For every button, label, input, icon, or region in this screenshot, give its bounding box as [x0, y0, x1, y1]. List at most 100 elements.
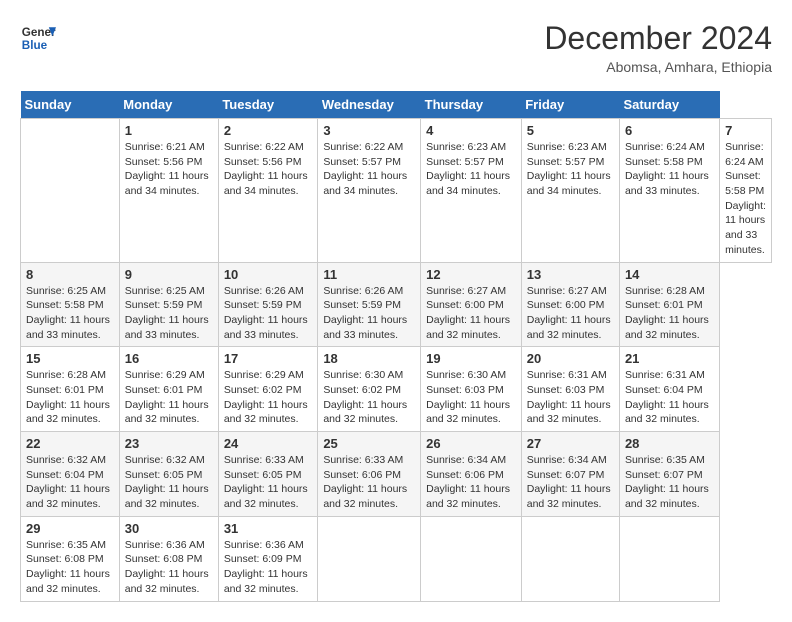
- logo-icon: General Blue: [20, 20, 56, 56]
- day-number: 14: [625, 267, 714, 282]
- day-number: 28: [625, 436, 714, 451]
- day-detail: Sunrise: 6:34 AMSunset: 6:06 PMDaylight:…: [426, 453, 516, 512]
- calendar-day-cell: 11 Sunrise: 6:26 AMSunset: 5:59 PMDaylig…: [318, 262, 421, 347]
- day-number: 25: [323, 436, 415, 451]
- day-number: 29: [26, 521, 114, 536]
- day-detail: Sunrise: 6:27 AMSunset: 6:00 PMDaylight:…: [426, 284, 516, 343]
- day-detail: Sunrise: 6:22 AMSunset: 5:56 PMDaylight:…: [224, 140, 313, 199]
- weekday-header: Monday: [119, 91, 218, 119]
- day-detail: Sunrise: 6:24 AMSunset: 5:58 PMDaylight:…: [725, 140, 766, 258]
- calendar-day-cell: [318, 516, 421, 601]
- day-number: 21: [625, 351, 714, 366]
- day-number: 24: [224, 436, 313, 451]
- calendar-day-cell: 29 Sunrise: 6:35 AMSunset: 6:08 PMDaylig…: [21, 516, 120, 601]
- day-number: 23: [125, 436, 213, 451]
- weekday-header-row: SundayMondayTuesdayWednesdayThursdayFrid…: [21, 91, 772, 119]
- day-number: 8: [26, 267, 114, 282]
- day-detail: Sunrise: 6:32 AMSunset: 6:04 PMDaylight:…: [26, 453, 114, 512]
- day-number: 1: [125, 123, 213, 138]
- calendar-day-cell: [521, 516, 619, 601]
- calendar-day-cell: 1 Sunrise: 6:21 AMSunset: 5:56 PMDayligh…: [119, 119, 218, 263]
- day-detail: Sunrise: 6:25 AMSunset: 5:59 PMDaylight:…: [125, 284, 213, 343]
- location: Abomsa, Amhara, Ethiopia: [544, 59, 772, 75]
- day-detail: Sunrise: 6:29 AMSunset: 6:02 PMDaylight:…: [224, 368, 313, 427]
- day-detail: Sunrise: 6:30 AMSunset: 6:02 PMDaylight:…: [323, 368, 415, 427]
- calendar-day-cell: 2 Sunrise: 6:22 AMSunset: 5:56 PMDayligh…: [218, 119, 318, 263]
- calendar-day-cell: 25 Sunrise: 6:33 AMSunset: 6:06 PMDaylig…: [318, 432, 421, 517]
- day-detail: Sunrise: 6:25 AMSunset: 5:58 PMDaylight:…: [26, 284, 114, 343]
- weekday-header: Friday: [521, 91, 619, 119]
- calendar-day-cell: 8 Sunrise: 6:25 AMSunset: 5:58 PMDayligh…: [21, 262, 120, 347]
- day-detail: Sunrise: 6:27 AMSunset: 6:00 PMDaylight:…: [527, 284, 614, 343]
- day-detail: Sunrise: 6:35 AMSunset: 6:08 PMDaylight:…: [26, 538, 114, 597]
- day-detail: Sunrise: 6:24 AMSunset: 5:58 PMDaylight:…: [625, 140, 714, 199]
- day-detail: Sunrise: 6:28 AMSunset: 6:01 PMDaylight:…: [625, 284, 714, 343]
- day-number: 2: [224, 123, 313, 138]
- calendar-day-cell: 17 Sunrise: 6:29 AMSunset: 6:02 PMDaylig…: [218, 347, 318, 432]
- svg-text:Blue: Blue: [22, 39, 48, 52]
- day-detail: Sunrise: 6:30 AMSunset: 6:03 PMDaylight:…: [426, 368, 516, 427]
- day-detail: Sunrise: 6:31 AMSunset: 6:03 PMDaylight:…: [527, 368, 614, 427]
- day-detail: Sunrise: 6:26 AMSunset: 5:59 PMDaylight:…: [224, 284, 313, 343]
- calendar-day-cell: 9 Sunrise: 6:25 AMSunset: 5:59 PMDayligh…: [119, 262, 218, 347]
- calendar-week-row: 29 Sunrise: 6:35 AMSunset: 6:08 PMDaylig…: [21, 516, 772, 601]
- day-detail: Sunrise: 6:35 AMSunset: 6:07 PMDaylight:…: [625, 453, 714, 512]
- weekday-header: Tuesday: [218, 91, 318, 119]
- day-number: 11: [323, 267, 415, 282]
- calendar-day-cell: 12 Sunrise: 6:27 AMSunset: 6:00 PMDaylig…: [421, 262, 522, 347]
- calendar-day-cell: [619, 516, 719, 601]
- calendar-day-cell: 4 Sunrise: 6:23 AMSunset: 5:57 PMDayligh…: [421, 119, 522, 263]
- weekday-header: Wednesday: [318, 91, 421, 119]
- page-header: General Blue December 2024 Abomsa, Amhar…: [20, 20, 772, 75]
- day-number: 12: [426, 267, 516, 282]
- day-detail: Sunrise: 6:22 AMSunset: 5:57 PMDaylight:…: [323, 140, 415, 199]
- day-number: 15: [26, 351, 114, 366]
- calendar-day-cell: 7 Sunrise: 6:24 AMSunset: 5:58 PMDayligh…: [720, 119, 772, 263]
- day-detail: Sunrise: 6:33 AMSunset: 6:06 PMDaylight:…: [323, 453, 415, 512]
- calendar-week-row: 15 Sunrise: 6:28 AMSunset: 6:01 PMDaylig…: [21, 347, 772, 432]
- calendar-week-row: 1 Sunrise: 6:21 AMSunset: 5:56 PMDayligh…: [21, 119, 772, 263]
- calendar-day-cell: 3 Sunrise: 6:22 AMSunset: 5:57 PMDayligh…: [318, 119, 421, 263]
- calendar-day-cell: 6 Sunrise: 6:24 AMSunset: 5:58 PMDayligh…: [619, 119, 719, 263]
- calendar-day-cell: 5 Sunrise: 6:23 AMSunset: 5:57 PMDayligh…: [521, 119, 619, 263]
- calendar-day-cell: [421, 516, 522, 601]
- calendar-day-cell: 26 Sunrise: 6:34 AMSunset: 6:06 PMDaylig…: [421, 432, 522, 517]
- day-number: 19: [426, 351, 516, 366]
- weekday-header: Sunday: [21, 91, 120, 119]
- day-number: 6: [625, 123, 714, 138]
- day-detail: Sunrise: 6:26 AMSunset: 5:59 PMDaylight:…: [323, 284, 415, 343]
- day-number: 13: [527, 267, 614, 282]
- day-detail: Sunrise: 6:32 AMSunset: 6:05 PMDaylight:…: [125, 453, 213, 512]
- calendar-day-cell: 23 Sunrise: 6:32 AMSunset: 6:05 PMDaylig…: [119, 432, 218, 517]
- calendar-day-cell: 16 Sunrise: 6:29 AMSunset: 6:01 PMDaylig…: [119, 347, 218, 432]
- day-detail: Sunrise: 6:23 AMSunset: 5:57 PMDaylight:…: [527, 140, 614, 199]
- day-detail: Sunrise: 6:31 AMSunset: 6:04 PMDaylight:…: [625, 368, 714, 427]
- calendar-day-cell: 18 Sunrise: 6:30 AMSunset: 6:02 PMDaylig…: [318, 347, 421, 432]
- day-number: 9: [125, 267, 213, 282]
- title-block: December 2024 Abomsa, Amhara, Ethiopia: [544, 20, 772, 75]
- calendar-day-cell: 15 Sunrise: 6:28 AMSunset: 6:01 PMDaylig…: [21, 347, 120, 432]
- calendar-day-cell: 14 Sunrise: 6:28 AMSunset: 6:01 PMDaylig…: [619, 262, 719, 347]
- day-detail: Sunrise: 6:28 AMSunset: 6:01 PMDaylight:…: [26, 368, 114, 427]
- month-year: December 2024: [544, 20, 772, 57]
- day-number: 16: [125, 351, 213, 366]
- calendar-day-cell: 20 Sunrise: 6:31 AMSunset: 6:03 PMDaylig…: [521, 347, 619, 432]
- calendar-day-cell: 21 Sunrise: 6:31 AMSunset: 6:04 PMDaylig…: [619, 347, 719, 432]
- day-detail: Sunrise: 6:23 AMSunset: 5:57 PMDaylight:…: [426, 140, 516, 199]
- day-number: 4: [426, 123, 516, 138]
- logo: General Blue: [20, 20, 56, 56]
- day-number: 10: [224, 267, 313, 282]
- day-detail: Sunrise: 6:29 AMSunset: 6:01 PMDaylight:…: [125, 368, 213, 427]
- calendar-day-cell: 19 Sunrise: 6:30 AMSunset: 6:03 PMDaylig…: [421, 347, 522, 432]
- weekday-header: Thursday: [421, 91, 522, 119]
- calendar-day-cell: 24 Sunrise: 6:33 AMSunset: 6:05 PMDaylig…: [218, 432, 318, 517]
- weekday-header: Saturday: [619, 91, 719, 119]
- calendar-week-row: 8 Sunrise: 6:25 AMSunset: 5:58 PMDayligh…: [21, 262, 772, 347]
- day-number: 26: [426, 436, 516, 451]
- empty-cell: [21, 119, 120, 263]
- day-number: 22: [26, 436, 114, 451]
- day-detail: Sunrise: 6:36 AMSunset: 6:08 PMDaylight:…: [125, 538, 213, 597]
- day-number: 17: [224, 351, 313, 366]
- day-number: 3: [323, 123, 415, 138]
- calendar-week-row: 22 Sunrise: 6:32 AMSunset: 6:04 PMDaylig…: [21, 432, 772, 517]
